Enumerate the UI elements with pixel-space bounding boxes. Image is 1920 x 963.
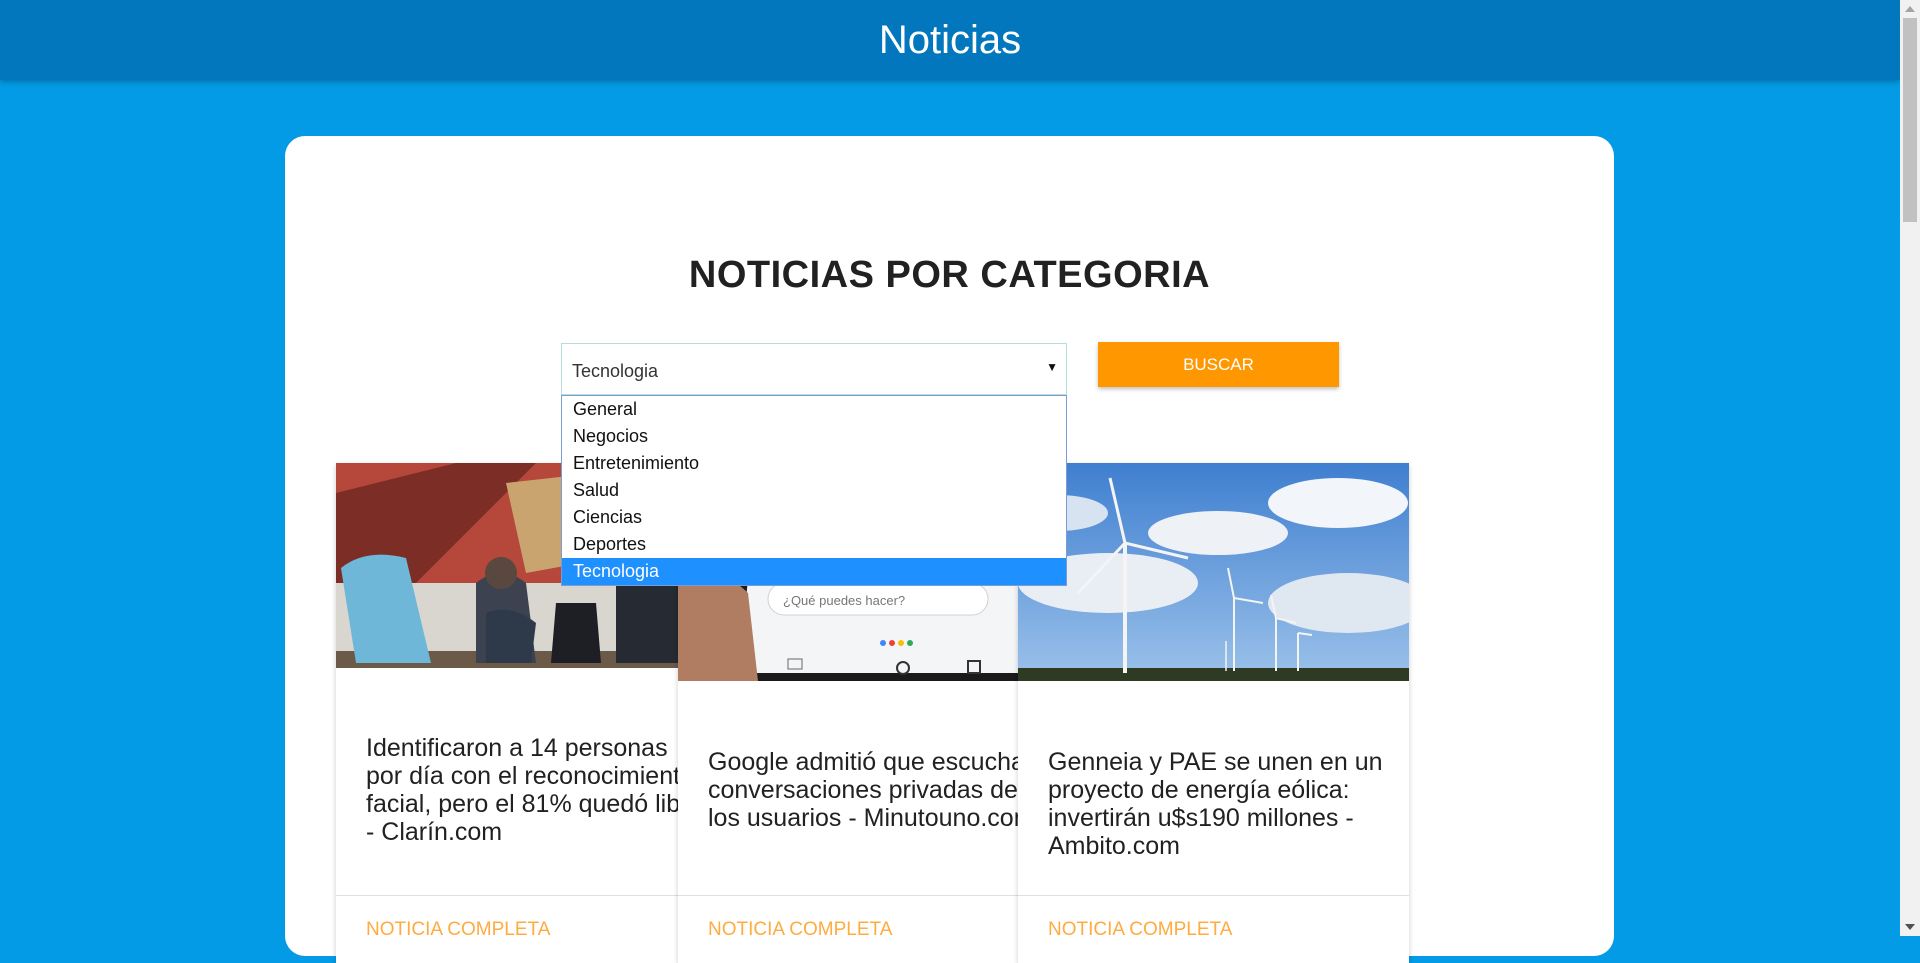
news-card-title[interactable]: Genneia y PAE se unen en un proyecto de … xyxy=(1048,748,1385,860)
page-title: NOTICIAS POR CATEGORIA xyxy=(688,254,1211,296)
news-card-title[interactable]: Identificaron a 14 personas por día con … xyxy=(366,734,703,846)
brand-title[interactable]: Noticias xyxy=(879,18,1021,63)
news-card-title[interactable]: Google admitió que escucha conversacione… xyxy=(708,748,1045,832)
category-dropdown: General Negocios Entretenimiento Salud C… xyxy=(561,395,1067,586)
category-option-entretenimiento[interactable]: Entretenimiento xyxy=(562,450,1066,477)
category-option-tecnologia[interactable]: Tecnologia xyxy=(562,558,1066,585)
phone-screen-text: ¿Qué puedes hacer? xyxy=(783,593,905,608)
search-button[interactable]: BUSCAR xyxy=(1098,342,1339,387)
news-card-action: NOTICIA COMPLETA xyxy=(336,895,727,956)
news-card-image xyxy=(1018,463,1409,681)
full-news-link[interactable]: NOTICIA COMPLETA xyxy=(366,919,550,941)
full-news-link[interactable]: NOTICIA COMPLETA xyxy=(708,919,892,941)
vertical-scrollbar[interactable] xyxy=(1900,0,1920,936)
full-news-link[interactable]: NOTICIA COMPLETA xyxy=(1048,919,1232,941)
category-option-ciencias[interactable]: Ciencias xyxy=(562,504,1066,531)
category-select[interactable]: Tecnologia ▼ xyxy=(561,343,1067,395)
scroll-down-icon[interactable] xyxy=(1905,924,1915,930)
news-card-action: NOTICIA COMPLETA xyxy=(678,895,1069,956)
category-option-general[interactable]: General xyxy=(562,396,1066,423)
category-select-value: Tecnologia xyxy=(572,361,659,381)
caret-down-icon: ▼ xyxy=(1046,360,1058,374)
scrollbar-thumb[interactable] xyxy=(1903,18,1917,222)
main-container: NOTICIAS POR CATEGORIA Tecnologia ▼ Gene… xyxy=(285,136,1614,963)
scroll-up-icon[interactable] xyxy=(1905,6,1915,12)
news-card-action: NOTICIA COMPLETA xyxy=(1018,895,1409,956)
news-card: Genneia y PAE se unen en un proyecto de … xyxy=(1018,463,1409,963)
category-option-salud[interactable]: Salud xyxy=(562,477,1066,504)
navbar: Noticias xyxy=(0,0,1900,80)
category-option-deportes[interactable]: Deportes xyxy=(562,531,1066,558)
category-option-negocios[interactable]: Negocios xyxy=(562,423,1066,450)
